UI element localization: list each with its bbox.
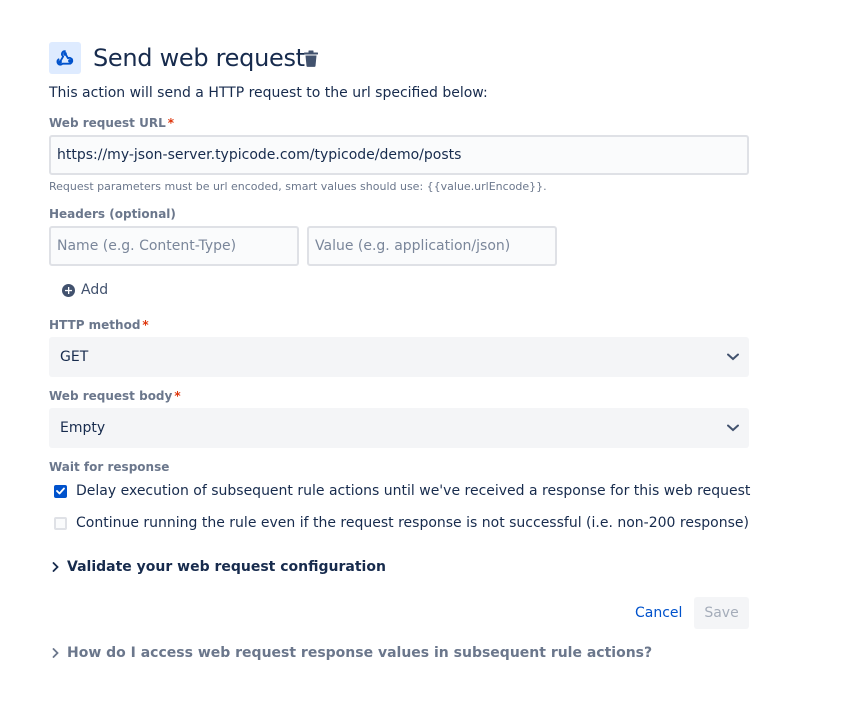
cancel-button[interactable]: Cancel	[635, 603, 682, 623]
url-label: Web request URL *	[49, 116, 175, 130]
required-mark: *	[174, 389, 181, 403]
add-header-label: Add	[81, 282, 109, 298]
response-values-help-label: How do I access web request response val…	[67, 645, 653, 661]
headers-label: Headers (optional)	[49, 207, 176, 221]
send-web-request-panel: Send web request This action will send a…	[0, 0, 845, 706]
http-method-select[interactable]: GET	[49, 337, 749, 377]
delay-execution-option: Delay execution of subsequent rule actio…	[54, 483, 750, 499]
request-body-select[interactable]: Empty	[49, 408, 749, 448]
response-values-help-expander[interactable]: How do I access web request response val…	[52, 645, 652, 661]
validate-config-expander[interactable]: Validate your web request configuration	[52, 559, 386, 575]
continue-running-label: Continue running the rule even if the re…	[76, 515, 749, 531]
add-circle-icon	[62, 283, 75, 297]
chevron-down-icon	[727, 424, 739, 432]
webhook-icon	[49, 42, 81, 74]
wait-for-response-label: Wait for response	[49, 460, 170, 474]
check-icon	[56, 487, 65, 495]
delete-action-button[interactable]	[302, 49, 320, 67]
chevron-down-icon	[727, 353, 739, 361]
http-method-value: GET	[60, 349, 89, 365]
delay-execution-label: Delay execution of subsequent rule actio…	[76, 483, 751, 499]
request-body-value: Empty	[60, 420, 106, 436]
add-header-button[interactable]: Add	[62, 280, 108, 300]
required-mark: *	[167, 116, 175, 130]
validate-config-label: Validate your web request configuration	[67, 559, 386, 575]
header-name-input[interactable]	[49, 226, 299, 266]
http-method-label: HTTP method *	[49, 318, 149, 332]
url-input[interactable]	[49, 135, 749, 175]
action-description: This action will send a HTTP request to …	[49, 85, 488, 101]
request-body-label: Web request body *	[49, 389, 181, 403]
url-helper-text: Request parameters must be url encoded, …	[49, 180, 547, 193]
trash-icon	[304, 50, 318, 67]
continue-running-checkbox[interactable]	[54, 516, 67, 530]
continue-running-option: Continue running the rule even if the re…	[54, 515, 749, 531]
save-button[interactable]: Save	[694, 597, 749, 629]
header-value-input[interactable]	[307, 226, 557, 266]
chevron-right-icon	[52, 648, 59, 658]
page-title: Send web request	[93, 44, 305, 72]
required-mark: *	[142, 318, 149, 332]
chevron-right-icon	[52, 562, 59, 572]
delay-execution-checkbox[interactable]	[54, 484, 67, 498]
